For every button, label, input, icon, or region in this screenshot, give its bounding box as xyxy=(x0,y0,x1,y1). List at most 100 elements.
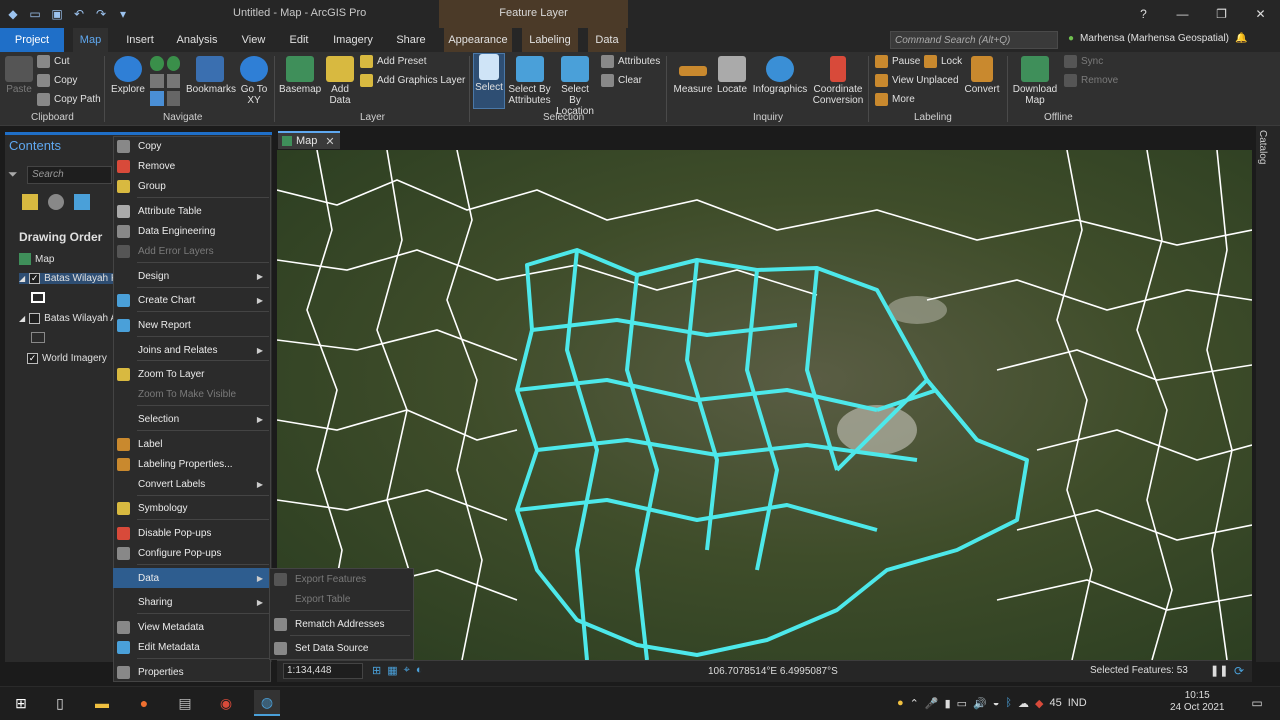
view-unplaced-button[interactable]: View Unplaced xyxy=(875,74,959,87)
layer-symbol-swatch[interactable] xyxy=(31,332,45,343)
input-language[interactable]: IND xyxy=(1068,697,1087,709)
task-view-icon[interactable]: ▯ xyxy=(47,690,73,716)
tab-view[interactable]: View xyxy=(236,28,271,52)
snapping-icon[interactable]: ⌖ xyxy=(404,664,410,677)
layer-visibility-checkbox[interactable]: ✓ xyxy=(27,353,38,364)
lock-button[interactable]: Lock xyxy=(924,55,962,68)
cut-button[interactable]: Cut xyxy=(37,55,70,68)
tab-map-view[interactable]: Map ✕ xyxy=(278,131,340,149)
submenu-item-export-table[interactable]: Export Table xyxy=(269,589,414,609)
menu-item-add-error-layers[interactable]: Add Error Layers xyxy=(113,241,271,261)
menu-item-zoom-to-layer[interactable]: Zoom To Layer xyxy=(113,364,271,384)
coordinate-readout[interactable]: 106.7078514°E 6.4995087°S xyxy=(708,666,838,677)
tab-insert[interactable]: Insert xyxy=(120,28,160,52)
customize-icon[interactable]: ▾ xyxy=(114,5,132,23)
data-source-icon[interactable] xyxy=(48,194,64,210)
command-search-input[interactable]: Command Search (Alt+Q) xyxy=(890,31,1058,49)
tree-item-layer[interactable]: ◢ Batas Wilayah A xyxy=(19,313,117,324)
tab-edit[interactable]: Edit xyxy=(283,28,315,52)
app-tray-icon[interactable]: ◆ xyxy=(1035,697,1043,710)
select-by-location-button[interactable]: Select By Location xyxy=(554,56,596,117)
menu-item-data-engineering[interactable]: Data Engineering xyxy=(113,221,271,241)
zoom-in-icon[interactable] xyxy=(150,73,164,89)
close-icon[interactable]: ✕ xyxy=(325,135,334,148)
sync-button[interactable]: Sync xyxy=(1064,55,1103,68)
add-graphics-layer-button[interactable]: Add Graphics Layer xyxy=(360,74,465,87)
selection-list-icon[interactable] xyxy=(74,194,90,210)
drawing-order-icon[interactable] xyxy=(22,194,38,210)
globe-icon[interactable] xyxy=(150,56,164,71)
menu-item-design[interactable]: Design ▶ xyxy=(113,266,271,286)
weather-icon[interactable]: ● xyxy=(897,697,904,709)
select-by-attributes-button[interactable]: Select By Attributes xyxy=(507,56,552,106)
maximize-button[interactable]: ❐ xyxy=(1202,0,1241,28)
start-icon[interactable]: ⊞ xyxy=(8,690,34,716)
menu-item-symbology[interactable]: Symbology xyxy=(113,498,271,518)
open-icon[interactable]: ▭ xyxy=(26,5,44,23)
network-icon[interactable]: ◒ xyxy=(993,697,1000,709)
menu-item-edit-metadata[interactable]: Edit Metadata xyxy=(113,637,271,657)
tab-imagery[interactable]: Imagery xyxy=(327,28,379,52)
back-icon[interactable] xyxy=(150,91,164,106)
menu-item-view-metadata[interactable]: View Metadata xyxy=(113,617,271,637)
tab-data[interactable]: Data xyxy=(588,28,626,52)
layer-visibility-checkbox[interactable]: ✓ xyxy=(29,273,41,284)
collapse-arrow-icon[interactable]: ◢ xyxy=(19,314,25,323)
menu-item-sharing[interactable]: Sharing ▶ xyxy=(113,592,271,612)
tab-labeling[interactable]: Labeling xyxy=(522,28,578,52)
tab-analysis[interactable]: Analysis xyxy=(172,28,222,52)
menu-item-label[interactable]: Label xyxy=(113,434,271,454)
menu-item-group[interactable]: Group xyxy=(113,176,271,196)
explore-button[interactable]: Explore xyxy=(108,56,148,95)
notification-icon[interactable]: 🔔 xyxy=(1235,33,1247,44)
tab-appearance[interactable]: Appearance xyxy=(444,28,512,52)
infographics-button[interactable]: Infographics xyxy=(751,56,809,95)
refresh-icon[interactable]: ⟳ xyxy=(1234,664,1244,678)
pause-drawing-icon[interactable]: ❚❚ xyxy=(1210,664,1228,677)
user-info[interactable]: ● Marhensa (Marhensa Geospatial) 🔔 xyxy=(1068,33,1247,44)
coordinate-conversion-button[interactable]: Coordinate Conversion xyxy=(811,56,865,106)
filter-icon[interactable]: ⏷ xyxy=(8,167,18,182)
menu-item-create-chart[interactable]: Create Chart ▶ xyxy=(113,290,271,310)
tab-map[interactable]: Map xyxy=(73,28,108,52)
app-icon[interactable]: ▤ xyxy=(172,690,198,716)
arcgis-pro-icon[interactable]: ◍ xyxy=(254,690,280,716)
undo-icon[interactable]: ↶ xyxy=(70,5,88,23)
copy-button[interactable]: Copy xyxy=(37,74,77,87)
catalog-tab[interactable]: Catalog xyxy=(1257,130,1268,164)
menu-item-convert-labels[interactable]: Convert Labels ▶ xyxy=(113,474,271,494)
menu-item-data[interactable]: Data ▶ xyxy=(113,568,271,588)
paste-button[interactable]: Paste xyxy=(5,56,33,95)
menu-item-zoom-to-make-visible[interactable]: Zoom To Make Visible xyxy=(113,384,271,404)
menu-item-disable-popups[interactable]: Disable Pop-ups xyxy=(113,523,271,543)
download-map-button[interactable]: Download Map xyxy=(1011,56,1059,106)
scale-selector[interactable]: 1:134,448 xyxy=(283,663,363,679)
locate-button[interactable]: Locate xyxy=(716,56,748,95)
more-button[interactable]: More xyxy=(875,93,915,106)
help-icon[interactable]: ? xyxy=(1124,0,1163,28)
firefox-icon[interactable]: ● xyxy=(131,690,157,716)
fixed-zoom-icon[interactable]: ⊞ xyxy=(372,664,381,677)
zoom-out-icon[interactable] xyxy=(166,73,180,89)
menu-item-copy[interactable]: Copy xyxy=(113,136,271,156)
clear-button[interactable]: Clear xyxy=(601,74,642,87)
usb-icon[interactable]: ▮ xyxy=(945,697,951,710)
battery-level[interactable]: 45 xyxy=(1049,697,1061,709)
notifications-icon[interactable]: ▭ xyxy=(1244,690,1270,716)
close-button[interactable]: ✕ xyxy=(1241,0,1280,28)
submenu-item-export-features[interactable]: Export Features xyxy=(269,569,414,589)
bookmarks-button[interactable]: Bookmarks xyxy=(186,56,236,95)
display-icon[interactable]: ▭ xyxy=(957,697,967,710)
menu-item-selection[interactable]: Selection ▶ xyxy=(113,409,271,429)
forward-icon[interactable] xyxy=(166,91,180,106)
convert-button[interactable]: Convert xyxy=(964,56,1000,95)
submenu-item-set-data-source[interactable]: Set Data Source xyxy=(269,638,414,658)
add-data-button[interactable]: Add Data xyxy=(325,56,355,106)
map-canvas[interactable] xyxy=(277,150,1252,660)
menu-item-new-report[interactable]: New Report xyxy=(113,315,271,335)
menu-item-joins-and-relates[interactable]: Joins and Relates ▶ xyxy=(113,340,271,360)
contents-search-input[interactable]: Search xyxy=(27,166,112,184)
app-icon[interactable]: ◉ xyxy=(213,690,239,716)
add-preset-button[interactable]: Add Preset xyxy=(360,55,426,68)
microphone-icon[interactable]: 🎤 xyxy=(925,697,939,710)
